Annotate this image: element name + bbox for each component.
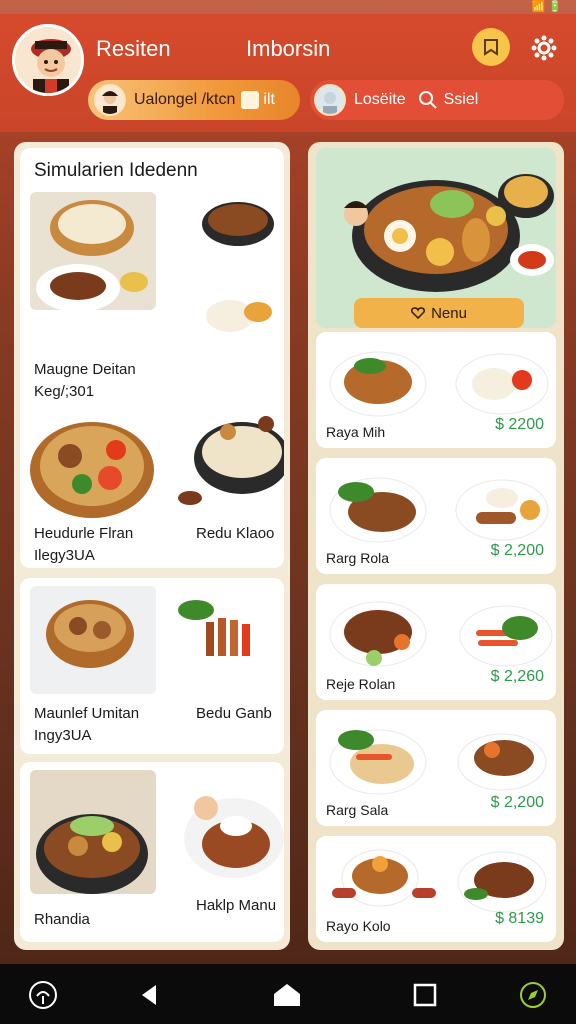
bookmark-button[interactable] xyxy=(472,28,510,66)
food-caption: Maunlef Umitan xyxy=(34,705,140,722)
app-header: Resiten Imborsin Ualongel /ktcn ilt Losë… xyxy=(0,14,576,132)
compass-icon xyxy=(520,982,546,1008)
back-button[interactable] xyxy=(134,980,164,1010)
food-caption-sub: Ilegy3UA xyxy=(34,547,95,564)
app-title: Resiten xyxy=(96,36,171,61)
card-title: Simularien Idedenn xyxy=(34,160,198,181)
status-icons: 📶 🔋 xyxy=(531,1,562,13)
dish-name: Raya Mih xyxy=(326,424,386,440)
tag-icon xyxy=(241,91,260,109)
menu-button[interactable]: Nenu xyxy=(354,298,524,328)
app-subtitle: Imborsin xyxy=(246,36,331,61)
assistant-button[interactable] xyxy=(28,980,58,1010)
user-avatar xyxy=(314,84,346,116)
menu-item[interactable]: Rarg Sala $ 2,200 xyxy=(316,710,556,826)
recents-icon xyxy=(413,983,437,1007)
recents-button[interactable] xyxy=(410,980,440,1010)
pill-avatar xyxy=(94,84,126,116)
navigation-bar xyxy=(0,964,576,1024)
menu-item[interactable]: Rarg Rola $ 2,200 xyxy=(316,458,556,574)
settings-shortcut-button[interactable] xyxy=(518,980,548,1010)
dish-name: Rarg Sala xyxy=(326,802,389,818)
recommend-card[interactable]: Simularien Idedenn Maugne Deitan Keg/;30… xyxy=(20,148,284,568)
assistant-icon xyxy=(29,981,57,1009)
menu-item[interactable]: Raya Mih $ 2200 xyxy=(316,332,556,448)
profile-pill-tag: ilt xyxy=(263,91,275,108)
home-icon xyxy=(274,984,300,1006)
featured-dish-card[interactable]: Nenu xyxy=(316,148,556,328)
food-caption: Rhandia xyxy=(34,911,90,928)
food-caption-right: Redu Klaoo xyxy=(196,525,275,542)
search-icon xyxy=(418,91,437,109)
food-illustration xyxy=(30,770,284,894)
back-icon xyxy=(142,985,156,1005)
gear-icon xyxy=(531,35,557,61)
food-caption-right: Bedu Ganb xyxy=(196,705,272,722)
dish-price: $ 2,200 xyxy=(490,794,544,811)
menu-button-label: Nenu xyxy=(431,304,467,322)
dish-name: Rarg Rola xyxy=(326,550,390,566)
menu-item[interactable]: Reje Rolan $ 2,260 xyxy=(316,584,556,700)
food-card[interactable]: Maunlef Umitan Ingy3UA Bedu Ganb xyxy=(20,578,284,754)
dish-price: $ 2,260 xyxy=(490,668,544,685)
dish-name: Rayo Kolo xyxy=(326,918,391,934)
search-label: Ssiel xyxy=(443,91,479,108)
left-panel: Simularien Idedenn Maugne Deitan Keg/;30… xyxy=(14,142,290,950)
food-caption: Heudurle Flran xyxy=(34,525,134,542)
search-pill[interactable]: Losëite Ssiel xyxy=(310,80,564,120)
menu-item[interactable]: Rayo Kolo $ 8139 xyxy=(316,836,556,942)
profile-pill[interactable]: Ualongel /ktcn ilt xyxy=(88,80,300,120)
settings-button[interactable] xyxy=(528,32,560,64)
food-card[interactable]: Rhandia Haklp Manu xyxy=(20,762,284,942)
right-panel: Nenu Raya Mih $ 2200 Rarg Rola $ 2,200 R… xyxy=(308,142,564,950)
dish-price: $ 2200 xyxy=(495,416,544,433)
food-caption-sub: Ingy3UA xyxy=(34,727,92,744)
status-bar: 📶 🔋 xyxy=(0,0,576,14)
food-caption-sub: Keg/;301 xyxy=(34,383,95,400)
dish-name: Reje Rolan xyxy=(326,676,396,692)
bookmark-icon xyxy=(484,39,498,56)
heart-icon xyxy=(411,307,425,319)
profile-pill-label: Ualongel /ktcn xyxy=(134,91,236,108)
avatar[interactable] xyxy=(12,24,84,96)
home-button[interactable] xyxy=(272,980,302,1010)
food-caption: Maugne Deitan xyxy=(34,361,136,378)
location-label: Losëite xyxy=(354,91,406,108)
dish-price: $ 2,200 xyxy=(490,542,544,559)
food-illustration xyxy=(30,586,282,694)
dish-price: $ 8139 xyxy=(495,910,544,927)
food-caption-right: Haklp Manu xyxy=(196,897,277,914)
